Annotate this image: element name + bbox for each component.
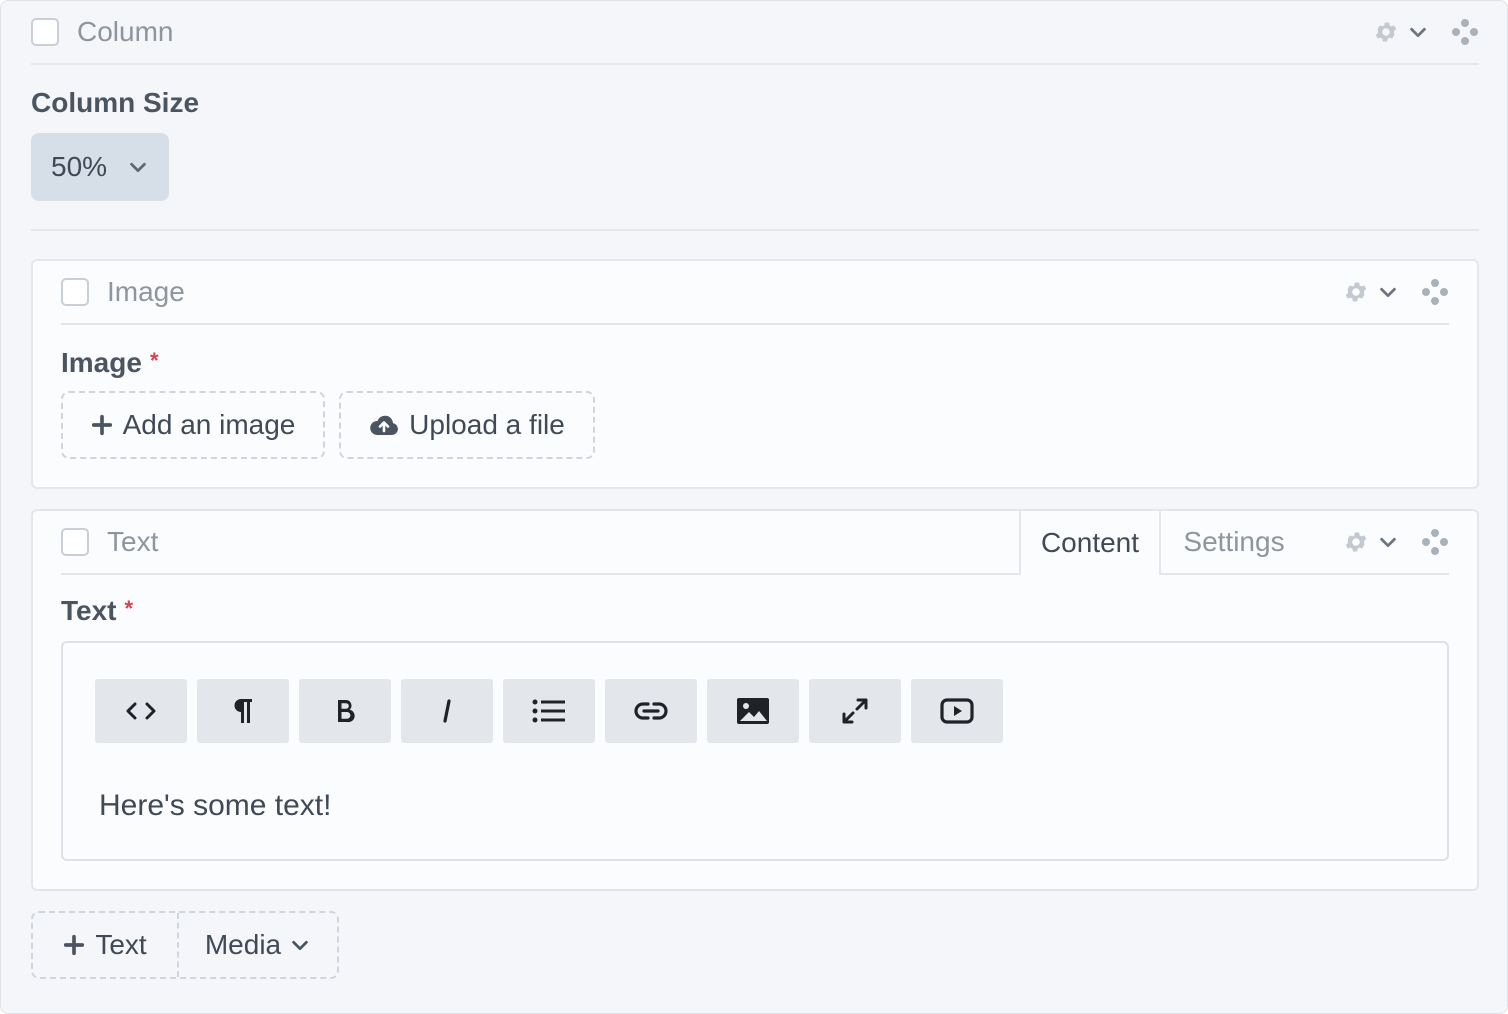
- gear-icon: [1375, 22, 1397, 42]
- image-block-title: Image: [107, 276, 185, 307]
- cloud-upload-icon: [370, 415, 399, 435]
- text-block-title: Text: [107, 526, 159, 557]
- add-media-dropdown[interactable]: Media: [179, 913, 337, 977]
- image-block-header: Image: [61, 261, 1449, 325]
- text-select-checkbox[interactable]: [61, 528, 89, 556]
- text-settings-menu[interactable]: [1343, 529, 1399, 555]
- expand-icon: [842, 698, 868, 724]
- add-image-button[interactable]: Add an image: [61, 391, 325, 459]
- column-settings-menu[interactable]: [1373, 19, 1429, 45]
- plus-icon: [91, 414, 112, 436]
- link-icon: [634, 702, 668, 720]
- bold-icon: [338, 700, 355, 723]
- column-size-label: Column Size: [31, 87, 200, 118]
- tab-content[interactable]: Content: [1019, 511, 1161, 575]
- image-icon: [737, 698, 769, 724]
- fullscreen-button[interactable]: [809, 679, 901, 743]
- column-size-select[interactable]: 50%: [31, 133, 169, 201]
- required-marker: *: [149, 348, 159, 373]
- chevron-down-icon: [292, 940, 308, 951]
- gear-icon: [1345, 532, 1367, 552]
- column-size-value: 50%: [51, 151, 108, 182]
- add-text-button[interactable]: Text: [33, 913, 179, 977]
- chevron-down-icon: [1380, 537, 1396, 548]
- editor-toolbar: [95, 679, 1003, 743]
- text-field-label: Text *: [61, 595, 133, 627]
- image-insert-button[interactable]: [707, 679, 799, 743]
- upload-file-label: Upload a file: [409, 409, 565, 440]
- chevron-down-icon: [1380, 287, 1396, 298]
- tab-settings[interactable]: Settings: [1161, 511, 1307, 573]
- column-divider: [31, 229, 1479, 231]
- tab-content-label: Content: [1040, 527, 1140, 558]
- text-field-label-text: Text: [61, 595, 117, 626]
- image-select-checkbox[interactable]: [61, 278, 89, 306]
- chevron-down-icon: [1410, 27, 1426, 38]
- column-block-title: Column: [77, 16, 174, 47]
- chevron-down-icon: [130, 162, 146, 173]
- image-field-label-text: Image: [61, 347, 142, 378]
- rich-text-editor[interactable]: Here's some text!: [61, 641, 1449, 861]
- link-button[interactable]: [605, 679, 697, 743]
- code-icon: [126, 702, 156, 720]
- column-block-header: Column: [31, 1, 1479, 65]
- add-media-label: Media: [204, 929, 282, 960]
- editor-content[interactable]: Here's some text!: [99, 789, 331, 823]
- image-settings-menu[interactable]: [1343, 279, 1399, 305]
- required-marker: *: [124, 596, 134, 621]
- column-select-checkbox[interactable]: [31, 18, 59, 46]
- paragraph-icon: [234, 699, 252, 723]
- drag-handle-icon[interactable]: [1421, 528, 1449, 556]
- upload-file-button[interactable]: Upload a file: [339, 391, 595, 459]
- italic-button[interactable]: [401, 679, 493, 743]
- image-block: Image Image * Add an image Upload a file: [31, 259, 1479, 489]
- video-button[interactable]: [911, 679, 1003, 743]
- bold-button[interactable]: [299, 679, 391, 743]
- tab-settings-label: Settings: [1183, 526, 1285, 557]
- list-icon: [532, 699, 565, 723]
- image-field-label: Image *: [61, 347, 159, 379]
- add-block-bar: Text Media: [31, 911, 339, 979]
- drag-handle-icon[interactable]: [1451, 18, 1479, 46]
- add-image-label: Add an image: [122, 409, 296, 440]
- gear-icon: [1345, 282, 1367, 302]
- text-block: Text Content Settings Text * Here's some…: [31, 509, 1479, 891]
- plus-icon: [64, 934, 85, 956]
- add-text-label: Text: [95, 929, 147, 960]
- list-button[interactable]: [503, 679, 595, 743]
- code-button[interactable]: [95, 679, 187, 743]
- drag-handle-icon[interactable]: [1421, 278, 1449, 306]
- column-block: Column Column Size 50% Image Image * Add…: [0, 0, 1508, 1014]
- video-icon: [940, 698, 974, 724]
- italic-icon: [443, 699, 451, 723]
- paragraph-button[interactable]: [197, 679, 289, 743]
